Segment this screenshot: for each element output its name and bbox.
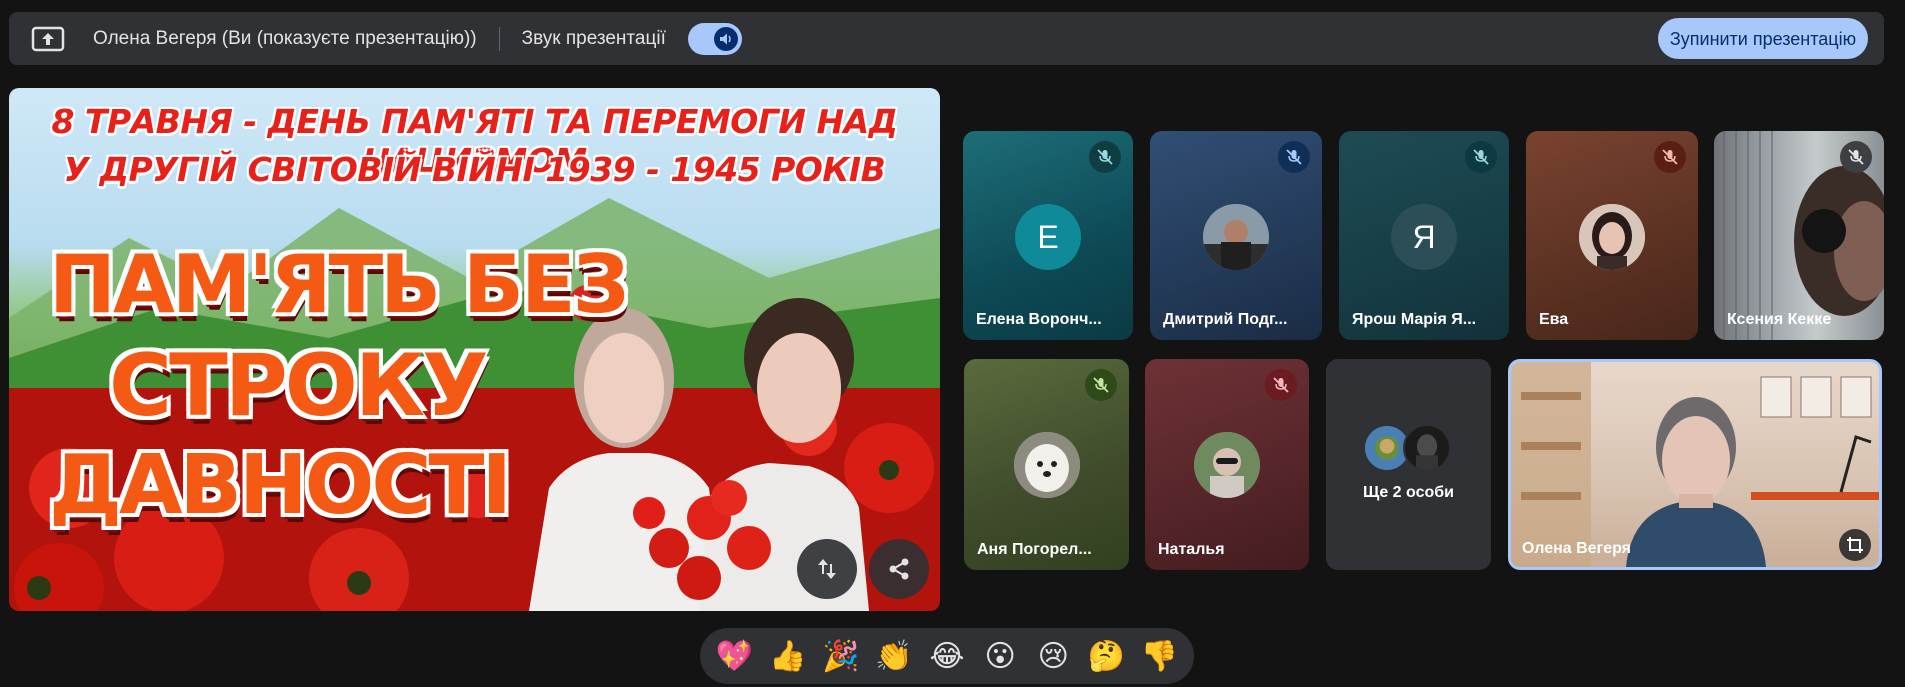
more-participants-label: Ще 2 особи [1363,484,1454,501]
participant-name: Ева [1539,311,1569,328]
presentation-slide: 8 ТРАВНЯ - ДЕНЬ ПАМ'ЯТІ ТА ПЕРЕМОГИ НАД … [9,88,940,611]
crop-icon [1847,537,1863,553]
avatar [1203,204,1269,270]
avatar [1579,204,1645,270]
swap-layout-button[interactable] [797,539,857,599]
presentation-sound-toggle[interactable] [687,22,742,55]
swap-layout-icon [818,559,836,579]
presenter-status-text: Олена Вегеря (Ви (показуєте презентацію)… [93,27,477,49]
self-view-tile[interactable]: Олена Вегеря [1508,359,1882,570]
participant-tile[interactable]: Е Елена Воронч... [963,131,1133,340]
avatar: Е [1015,204,1081,270]
avatar: Я [1391,204,1457,270]
participant-name: Олена Вегеря [1522,540,1632,557]
participant-name: Елена Воронч... [976,311,1102,328]
presentation-sound-label: Звук презентації [521,27,666,49]
mic-off-icon [1465,141,1497,173]
slide-headline-line2: У ДРУГІЙ СВІТОВІЙ ВІЙНІ 1939 - 1945 РОКІ… [63,150,886,189]
participant-tile[interactable]: Ева [1526,131,1698,340]
volume-up-icon [713,26,738,51]
avatar [1194,432,1260,498]
participant-tile[interactable]: Ксения Кекке [1714,131,1884,340]
mic-off-icon [1654,141,1686,173]
reaction-sparkling-heart[interactable]: 💖 [713,634,757,678]
mic-off-icon [1278,141,1310,173]
banner-divider [498,26,500,51]
present-to-all-icon [31,25,65,53]
presentation-banner: Олена Вегеря (Ви (показуєте презентацію)… [9,12,1884,65]
slide-big-line3: ДАВНОСТІ [49,438,512,533]
participant-tile[interactable]: Наталья [1145,359,1309,570]
avatar [1014,432,1080,498]
reaction-thumbs-down[interactable]: 👎 [1137,634,1181,678]
participant-tile[interactable]: Аня Погорел... [964,359,1129,570]
reaction-thinking[interactable]: 🤔 [1084,634,1128,678]
reaction-surprised[interactable]: 😮 [978,634,1022,678]
reaction-joy[interactable]: 😂 [925,634,969,678]
share-icon [889,558,909,580]
participant-tile[interactable]: Я Ярош Марія Я... [1339,131,1509,340]
mic-off-icon [1085,369,1117,401]
reaction-crying[interactable]: 😢 [1031,634,1075,678]
reactions-bar: 💖 👍 🎉 👏 😂 😮 😢 🤔 👎 [700,628,1194,684]
mic-off-icon [1265,369,1297,401]
reaction-clapping[interactable]: 👏 [872,634,916,678]
slide-big-line2: СТРОКУ [109,336,489,436]
participant-name: Аня Погорел... [977,541,1092,558]
share-button[interactable] [869,539,929,599]
self-video [1511,362,1879,567]
avatar [1403,424,1451,472]
reaction-thumbs-up[interactable]: 👍 [766,634,810,678]
crop-button[interactable] [1839,529,1871,561]
participant-name: Ксения Кекке [1727,311,1832,328]
mic-off-icon [1089,141,1121,173]
stop-presenting-button[interactable]: Зупинити презентацію [1658,18,1868,59]
participant-name: Дмитрий Подг... [1163,311,1288,328]
slide-big-line1: ПАМ'ЯТЬ БЕЗ [49,238,629,331]
reaction-party-popper[interactable]: 🎉 [819,634,863,678]
participant-name: Наталья [1158,541,1225,558]
participant-tile[interactable]: Дмитрий Подг... [1150,131,1322,340]
more-participants-tile[interactable]: Ще 2 особи [1326,359,1491,570]
mic-off-icon [1840,141,1872,173]
participant-name: Ярош Марія Я... [1352,311,1477,328]
